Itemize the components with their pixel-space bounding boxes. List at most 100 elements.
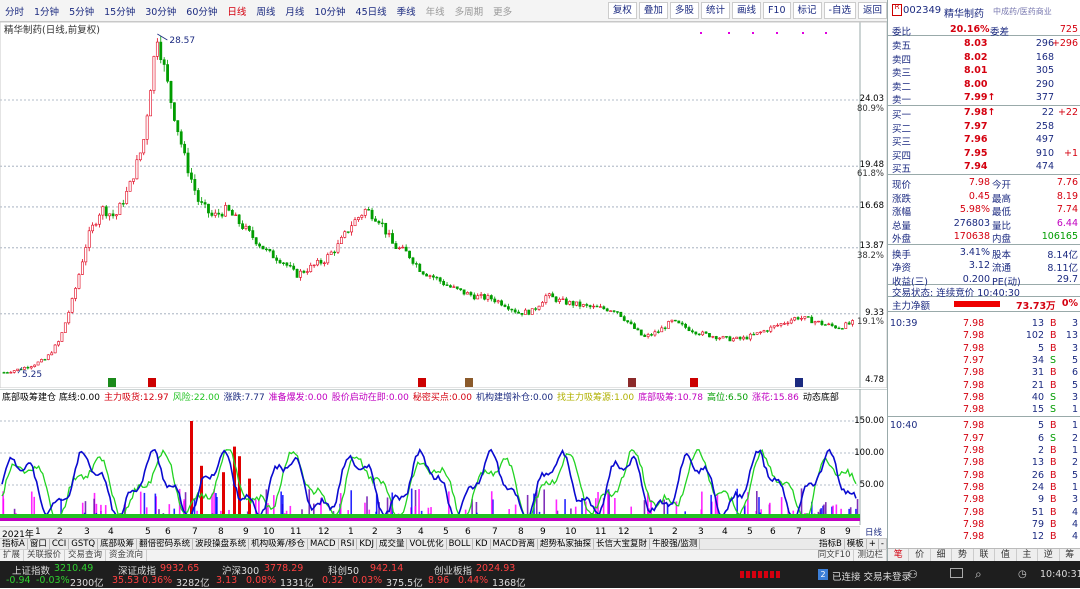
candle-body — [184, 144, 186, 153]
bids-row[interactable]: 买一7.98↑22+22 — [888, 107, 1080, 119]
toolbar-button[interactable]: 复权 — [608, 2, 637, 19]
search-icon[interactable]: ⌕ — [975, 567, 982, 582]
indicator-tab[interactable]: 成交量 — [377, 539, 408, 549]
tick-volume: 15 — [1018, 404, 1044, 415]
tick-count: 13 — [1066, 330, 1078, 341]
bids-volume: 22 — [1028, 107, 1054, 118]
indicator-bar — [282, 495, 284, 517]
indicator-tab[interactable]: KDJ — [357, 539, 377, 549]
toolbar-button[interactable]: F10 — [763, 2, 791, 19]
indicator-tab[interactable]: BOLL — [447, 539, 474, 549]
candle-body — [739, 337, 741, 339]
bids-row[interactable]: 买五7.94474 — [888, 161, 1080, 173]
kline-chart[interactable]: 28.575.25 24.03 80.9% 19.48 61.8% 16.68 … — [0, 22, 887, 388]
period-tab[interactable]: 10分钟 — [309, 4, 350, 18]
bids-volume: 910 — [1028, 148, 1054, 159]
indicator-tab-right[interactable]: - — [879, 539, 887, 549]
period-tab[interactable]: 5分钟 — [64, 4, 99, 18]
asks-row[interactable]: 卖三8.01305 — [888, 65, 1080, 77]
period-tab[interactable]: 15分钟 — [99, 4, 140, 18]
period-tab[interactable]: 分时 — [0, 4, 29, 18]
asks-row[interactable]: 卖五8.03296+296 — [888, 38, 1080, 50]
toolbar-button[interactable]: 统计 — [701, 2, 730, 19]
asks-label: 卖二 — [892, 79, 911, 93]
tick-volume: 102 — [1018, 330, 1044, 341]
indicator-tab[interactable]: MACD — [308, 539, 338, 549]
right-tab[interactable]: 筹 — [1060, 549, 1080, 561]
indicator-tab[interactable]: 底部吸筹 — [98, 539, 137, 549]
indicator-tab[interactable]: 翻倍密码系统 — [137, 539, 193, 549]
indicator-tab[interactable]: KD — [473, 539, 490, 549]
bottom-tab[interactable]: 交易查询 — [65, 550, 106, 561]
candle-body — [443, 281, 445, 285]
bids-row[interactable]: 买四7.95910+1 — [888, 148, 1080, 160]
right-tab[interactable]: 值 — [995, 549, 1016, 561]
indicator-tab[interactable]: 长信大宝复財 — [594, 539, 650, 549]
period-tab[interactable]: 季线 — [392, 4, 421, 18]
period-tab[interactable]: 30分钟 — [140, 4, 181, 18]
x-axis-unit[interactable]: 日线 — [860, 526, 887, 538]
asks-row[interactable]: 卖一7.99↑377 — [888, 92, 1080, 104]
candle-body — [149, 91, 151, 116]
candle-body — [61, 333, 63, 342]
toolbar-button[interactable]: 叠加 — [639, 2, 668, 19]
indicator-tab-right[interactable]: 指标B — [817, 539, 845, 549]
right-tab[interactable]: 笔 — [888, 549, 909, 561]
period-tab[interactable]: 45日线 — [351, 4, 392, 18]
toolbar-button[interactable]: 标记 — [793, 2, 822, 19]
bottom-right-tab[interactable]: 同文F10 — [815, 550, 855, 561]
person-icon[interactable]: ⚇ — [908, 568, 918, 581]
indicator-tab[interactable]: MACD背离 — [491, 539, 538, 549]
candle-body — [190, 173, 192, 179]
bottom-tab[interactable]: 资金流向 — [106, 550, 147, 561]
toolbar-button[interactable]: 返回 — [858, 2, 887, 19]
indicator-tab[interactable]: CCI — [50, 539, 69, 549]
period-tab[interactable]: 日线 — [222, 4, 251, 18]
toolbar-button[interactable]: 多股 — [670, 2, 699, 19]
window-icon[interactable] — [950, 568, 963, 578]
indicator-tab-right[interactable]: + — [867, 539, 879, 549]
right-tab[interactable]: 联 — [974, 549, 995, 561]
candle-body — [719, 338, 721, 339]
period-tab[interactable]: 更多 — [488, 4, 517, 18]
asks-row[interactable]: 卖二8.00290 — [888, 79, 1080, 91]
indicator-tab[interactable]: 波段操盘系统 — [193, 539, 249, 549]
toolbar-button[interactable]: 画线 — [732, 2, 761, 19]
indicator-tab[interactable]: VOL优化 — [407, 539, 446, 549]
asks-row[interactable]: 卖四8.02168 — [888, 52, 1080, 64]
connection-status[interactable]: 已连接 交易未登录 — [832, 569, 911, 583]
period-tab[interactable]: 1分钟 — [29, 4, 64, 18]
right-tab[interactable]: 势 — [952, 549, 973, 561]
indicator-tab-right[interactable]: 模板 — [845, 539, 867, 549]
bids-row[interactable]: 买二7.97258 — [888, 121, 1080, 133]
right-tab[interactable]: 逆 — [1038, 549, 1059, 561]
period-tab[interactable]: 60分钟 — [181, 4, 222, 18]
bottom-right-tab[interactable]: 测边栏 — [854, 550, 887, 561]
kline-svg[interactable]: 28.575.25 — [0, 22, 887, 388]
bids-row[interactable]: 买三7.96497 — [888, 134, 1080, 146]
indicator-tab[interactable]: 机构吸筹/移仓 — [249, 539, 308, 549]
toolbar-button[interactable]: -自选 — [824, 2, 856, 19]
indicator-panel[interactable]: 150.00 100.00 50.00 — [0, 389, 887, 525]
right-tab[interactable]: 价 — [909, 549, 930, 561]
indicator-svg[interactable] — [0, 389, 887, 525]
period-tab[interactable]: 多周期 — [450, 4, 489, 18]
indicator-tab[interactable]: RSI — [339, 539, 358, 549]
indicator-tab[interactable]: 指标A — [0, 539, 28, 549]
period-tab[interactable]: 周线 — [251, 4, 280, 18]
right-tab[interactable]: 细 — [931, 549, 952, 561]
bottom-tab[interactable]: 关联报价 — [24, 550, 65, 561]
indicator-tab[interactable]: 窗口 — [28, 539, 50, 549]
period-tab[interactable]: 月线 — [280, 4, 309, 18]
asks-volume: 305 — [1028, 65, 1054, 76]
candle-body — [197, 190, 199, 201]
indicator-tab[interactable]: 牛股强/监测 — [650, 539, 700, 549]
right-tab[interactable]: 主 — [1017, 549, 1038, 561]
indicator-bar — [756, 491, 758, 517]
period-tab[interactable]: 年线 — [421, 4, 450, 18]
indicator-tab[interactable]: 超势私家抽探 — [538, 539, 594, 549]
bottom-tab[interactable]: 扩展 — [0, 550, 24, 561]
candle-body — [647, 334, 649, 336]
candle-body — [780, 323, 782, 325]
indicator-tab[interactable]: GSTQ — [69, 539, 98, 549]
